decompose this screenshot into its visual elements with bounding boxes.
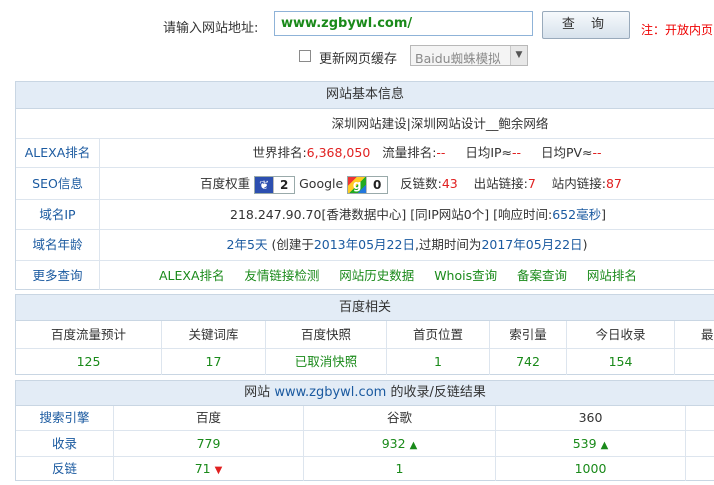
- seo-row: SEO信息 百度权重 ❦ 2 Google g0 反链数:43 出站链接:7 站内…: [16, 168, 714, 200]
- baidu-panel: 百度相关 百度流量预计 关键词库 百度快照 首页位置 索引量 今日收录 最 12…: [15, 294, 714, 375]
- index-header-row: 搜索引擎 百度 谷歌 360: [16, 406, 714, 431]
- alexa-values: 世界排名:6,368,050 流量排名:-- 日均IP≈-- 日均PV≈--: [252, 145, 602, 160]
- backlink-label: 反链: [16, 457, 114, 481]
- link-history-data[interactable]: 网站历史数据: [339, 268, 414, 283]
- domain-age-label: 域名年龄: [16, 230, 100, 260]
- domain-age: 2年5天: [226, 237, 268, 252]
- more-query-links: ALEXA排名 友情链接检测 网站历史数据 Whois查询 备案查询 网站排名: [100, 261, 714, 290]
- basic-info-panel: 网站基本信息 深圳网站建设|深圳网站设计__鲍余网络 ALEXA排名 世界排名:…: [15, 81, 714, 290]
- domain-ip-label: 域名IP: [16, 200, 100, 229]
- col-snapshot: 百度快照: [266, 321, 387, 348]
- ip-address: 218.247.90.70[香港数据中心]: [230, 207, 407, 222]
- notice-text: 注：开放内页: [641, 23, 714, 37]
- google-icon: g: [348, 176, 367, 193]
- google-indexed[interactable]: 932 ▲: [304, 431, 496, 456]
- index-result-site[interactable]: www.zgbywl.com: [274, 385, 386, 400]
- baidu-title: 百度相关: [16, 295, 714, 321]
- baidu-indexed[interactable]: 779: [114, 431, 304, 456]
- col-traffic-estimate: 百度流量预计: [16, 321, 162, 348]
- domain-ip-row: 域名IP 218.247.90.70[香港数据中心] [同IP网站0个] [响应…: [16, 200, 714, 230]
- baidu-paw-icon: ❦: [255, 176, 274, 193]
- col-index-count: 索引量: [490, 321, 567, 348]
- link-friend-links[interactable]: 友情链接检测: [244, 268, 319, 283]
- baidu-value-row: 125 17 已取消快照 1 742 154: [16, 349, 714, 375]
- google-backlinks[interactable]: 1: [304, 457, 496, 481]
- alexa-row: ALEXA排名 世界排名:6,368,050 流量排名:-- 日均IP≈-- 日…: [16, 139, 714, 168]
- baidu-header-row: 百度流量预计 关键词库 百度快照 首页位置 索引量 今日收录 最: [16, 321, 714, 349]
- link-site-rank[interactable]: 网站排名: [587, 268, 637, 283]
- spider-simulate-value: Baidu蜘蛛模拟: [415, 51, 501, 66]
- arrow-up-icon: ▲: [600, 440, 609, 451]
- alexa-label: ALEXA排名: [16, 139, 100, 167]
- created-date: 2013年05月22日: [313, 237, 415, 252]
- traffic-rank: --: [436, 145, 446, 160]
- s360-backlinks[interactable]: 1000: [496, 457, 686, 481]
- backlink-row: 反链 71 ▼ 1 1000: [16, 457, 714, 481]
- daily-pv: --: [592, 145, 602, 160]
- arrow-down-icon: ▼: [214, 465, 223, 476]
- index-result-title: 网站 www.zgbywl.com 的收录/反链结果: [16, 381, 714, 406]
- backlinks-count[interactable]: 43: [442, 176, 458, 191]
- seo-values: 百度权重 ❦ 2 Google g0 反链数:43 出站链接:7 站内链接:87: [200, 175, 622, 194]
- more-query-row: 更多查询 ALEXA排名 友情链接检测 网站历史数据 Whois查询 备案查询 …: [16, 261, 714, 290]
- refresh-cache-checkbox[interactable]: [299, 50, 311, 62]
- expire-date: 2017年05月22日: [481, 237, 583, 252]
- query-button[interactable]: 查 询: [542, 11, 630, 39]
- snapshot-value[interactable]: 已取消快照: [266, 349, 387, 375]
- daily-ip: --: [512, 145, 522, 160]
- refresh-cache-label: 更新网页缓存: [319, 52, 398, 67]
- outlinks-count[interactable]: 7: [528, 176, 536, 191]
- indexed-row: 收录 779 932 ▲ 539 ▲: [16, 431, 714, 457]
- truncated-value: [675, 349, 714, 375]
- col-home-position: 首页位置: [387, 321, 490, 348]
- home-position-value: 1: [387, 349, 490, 375]
- domain-age-values: 2年5天 (创建于2013年05月22日,过期时间为2017年05月22日): [226, 237, 588, 252]
- more-query-label: 更多查询: [16, 261, 100, 290]
- seo-label: SEO信息: [16, 168, 100, 199]
- keywords-value[interactable]: 17: [162, 349, 266, 375]
- traffic-estimate-value: 125: [16, 349, 162, 375]
- s360-indexed[interactable]: 539 ▲: [496, 431, 686, 456]
- baidu-backlinks[interactable]: 71 ▼: [114, 457, 304, 481]
- index-count-value[interactable]: 742: [490, 349, 567, 375]
- col-truncated: 最: [701, 327, 714, 342]
- spider-simulate-select[interactable]: Baidu蜘蛛模拟 ▼: [410, 45, 528, 66]
- google-pr-badge[interactable]: g0: [347, 175, 389, 194]
- col-google: 谷歌: [304, 406, 496, 430]
- domain-ip-values: 218.247.90.70[香港数据中心] [同IP网站0个] [响应时间:65…: [230, 207, 606, 222]
- response-time: 652毫秒: [552, 207, 602, 222]
- col-today-indexed: 今日收录: [567, 321, 675, 348]
- link-icp[interactable]: 备案查询: [517, 268, 567, 283]
- col-search-engine: 搜索引擎: [16, 406, 114, 430]
- today-indexed-value[interactable]: 154: [567, 349, 675, 375]
- col-baidu: 百度: [114, 406, 304, 430]
- baidu-weight-badge[interactable]: ❦ 2: [254, 175, 296, 194]
- domain-age-row: 域名年龄 2年5天 (创建于2013年05月22日,过期时间为2017年05月2…: [16, 230, 714, 261]
- basic-info-title: 网站基本信息: [16, 82, 714, 109]
- index-result-panel: 网站 www.zgbywl.com 的收录/反链结果 搜索引擎 百度 谷歌 36…: [15, 380, 714, 481]
- site-title: 深圳网站建设|深圳网站设计__鲍余网络: [331, 116, 549, 131]
- indexed-label: 收录: [16, 431, 114, 456]
- chevron-down-icon[interactable]: ▼: [510, 46, 527, 65]
- world-rank: 6,368,050: [306, 145, 371, 160]
- same-ip-sites[interactable]: [同IP网站0个]: [410, 207, 489, 222]
- site-title-row: 深圳网站建设|深圳网站设计__鲍余网络: [16, 109, 714, 139]
- col-keywords: 关键词库: [162, 321, 266, 348]
- inlinks-count[interactable]: 87: [606, 176, 622, 191]
- link-whois[interactable]: Whois查询: [434, 268, 497, 283]
- link-alexa-rank[interactable]: ALEXA排名: [159, 268, 225, 283]
- arrow-up-icon: ▲: [409, 440, 418, 451]
- col-360: 360: [496, 406, 686, 430]
- url-label: 请输入网站地址:: [163, 21, 259, 36]
- url-input[interactable]: www.zgbywl.com/: [274, 11, 533, 36]
